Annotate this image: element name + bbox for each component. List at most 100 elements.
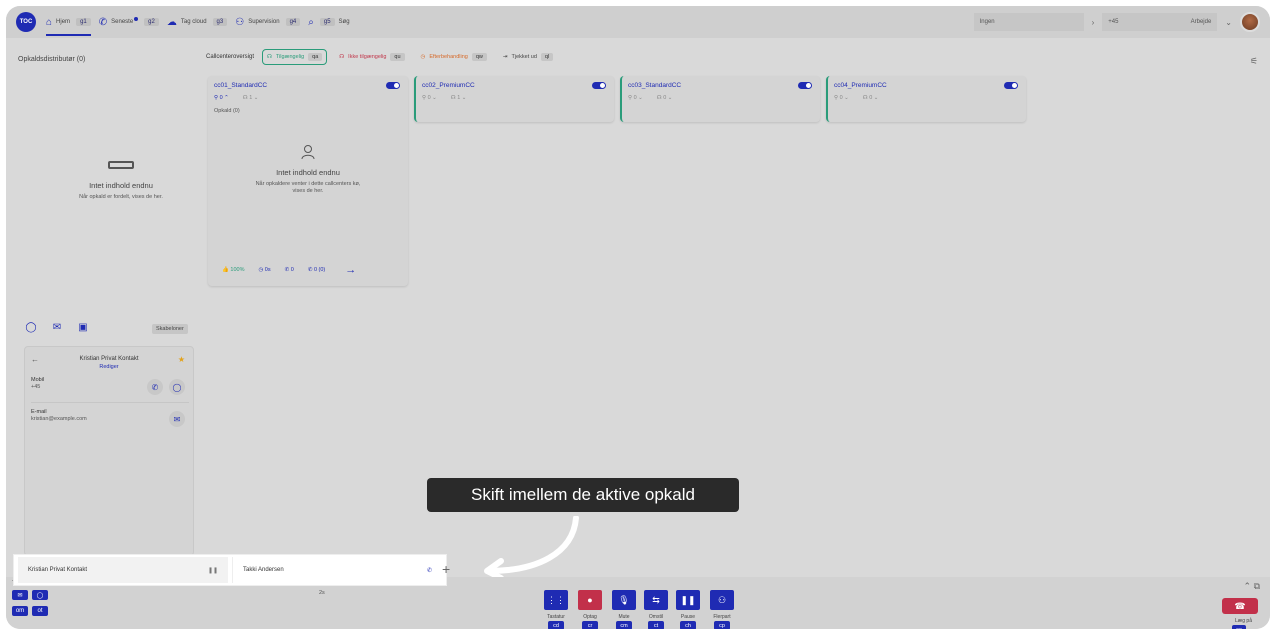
card-toggle[interactable] bbox=[386, 82, 400, 89]
chat-icon[interactable]: ◯ bbox=[32, 590, 48, 600]
chevron-right-icon[interactable]: › bbox=[1092, 18, 1095, 27]
card-toggle[interactable] bbox=[1004, 82, 1018, 89]
avatar[interactable] bbox=[1240, 12, 1260, 32]
agents-icon[interactable]: ⚲ 0 ⌄ bbox=[834, 95, 849, 101]
mobile-label: Mobil bbox=[31, 377, 45, 383]
record-button[interactable]: ● bbox=[578, 590, 602, 610]
empty-title: Intet indhold endnu bbox=[276, 168, 340, 177]
pause-button[interactable]: ❚❚ bbox=[676, 590, 700, 610]
agents-icon[interactable]: ⚲ 0 ⌃ bbox=[214, 95, 229, 101]
nav-supervision-label: Supervision bbox=[248, 19, 280, 25]
nav-home-label: Hjem bbox=[56, 19, 71, 25]
add-call-icon[interactable]: + bbox=[442, 561, 450, 577]
star-icon[interactable]: ★ bbox=[178, 355, 185, 364]
phone-prefix: +45 bbox=[1108, 19, 1119, 25]
card-meta: ⚲ 0 ⌄ ☊ 0 ⌄ bbox=[834, 95, 878, 101]
call-tab[interactable]: Kristian Privat Kontakt ❚❚ bbox=[18, 557, 228, 583]
transfer-label: Omstil bbox=[648, 614, 664, 620]
clock-icon: ◷ bbox=[420, 54, 426, 60]
arrow-right-icon[interactable]: → bbox=[345, 264, 356, 276]
call-in-icon: ✆ 0 bbox=[284, 267, 294, 273]
contact-card: ← Kristian Privat Kontakt Rediger ★ Mobi… bbox=[24, 346, 194, 556]
hangup-key: ce bbox=[1232, 625, 1246, 629]
nav-search[interactable]: ⌕ g5 Søg bbox=[308, 6, 349, 38]
mute-button[interactable]: 🎙 bbox=[612, 590, 636, 610]
hotkey-om[interactable]: om bbox=[12, 606, 28, 616]
keypad-button[interactable]: ⋮⋮ bbox=[544, 590, 568, 610]
hangup-icon: ☎ bbox=[1234, 600, 1246, 611]
callcenter-title: Callcenteroversigt bbox=[206, 54, 255, 60]
calls-count: Opkald (0) bbox=[214, 108, 240, 114]
headset-icon[interactable]: ☊ 0 ⌄ bbox=[863, 95, 879, 101]
call-tab[interactable]: Takki Andersen ✆ bbox=[232, 557, 442, 583]
online-count: 1 bbox=[457, 95, 461, 101]
missed-call-icon: ✆ 0 (0) bbox=[307, 267, 326, 273]
status-checked-out[interactable]: ⇥ Tjekket ud ql bbox=[499, 49, 557, 65]
hotkey-ot[interactable]: ot bbox=[32, 606, 48, 616]
chevron-down-icon[interactable]: ⌄ bbox=[1225, 18, 1232, 27]
call-button[interactable]: ✆ bbox=[147, 379, 163, 395]
contact-book-icon[interactable]: ▣ bbox=[76, 320, 90, 334]
missed-count: 0 (0) bbox=[313, 267, 326, 273]
top-bar: TOC ⌂ Hjem g1 ✆ Seneste g2 ☁ Tag cloud g… bbox=[6, 6, 1270, 38]
agents-icon[interactable]: ⚲ 0 ⌄ bbox=[422, 95, 437, 101]
contact-tool-row: ◯ ✉ ▣ bbox=[24, 320, 90, 334]
keypad-label: Tastatur bbox=[547, 614, 565, 620]
clock-icon: ◷ 0s bbox=[258, 267, 271, 273]
card-empty-state: Intet indhold endnu Når opkaldere venter… bbox=[208, 144, 408, 195]
presence-value: Arbejde bbox=[1190, 19, 1212, 25]
contact-name: Kristian Privat Kontakt bbox=[79, 356, 139, 362]
mail-button[interactable]: ✉ bbox=[169, 411, 185, 427]
status-label: Tilgængelig bbox=[275, 54, 305, 60]
conference-button[interactable]: ⚇ bbox=[710, 590, 734, 610]
headset-icon[interactable]: ☊ 1 ⌄ bbox=[451, 95, 467, 101]
agents-count: 0 bbox=[219, 95, 223, 101]
status-label: Tjekket ud bbox=[511, 54, 537, 60]
card-name[interactable]: cc03_StandardCC bbox=[628, 82, 681, 89]
nav-search-label: Søg bbox=[338, 19, 350, 25]
chat-icon[interactable]: ◯ bbox=[24, 320, 38, 334]
app-logo[interactable]: TOC bbox=[16, 12, 36, 32]
email-value[interactable]: kristian@example.com bbox=[31, 416, 189, 422]
status-select[interactable]: Ingen bbox=[973, 13, 1084, 31]
mute-key: cm bbox=[616, 621, 632, 629]
hangup-button[interactable]: ☎ bbox=[1222, 598, 1258, 614]
phone-icon: ✆ bbox=[98, 16, 108, 28]
status-available[interactable]: ☊ Tilgængelig qa bbox=[262, 49, 328, 65]
hotkey-badge: g1 bbox=[76, 18, 91, 26]
headset-icon[interactable]: ☊ 0 ⌄ bbox=[657, 95, 673, 101]
search-icon: ⌕ bbox=[308, 16, 314, 28]
status-aftercall[interactable]: ◷ Efterbehandling qw bbox=[417, 49, 491, 65]
chat-button[interactable]: ◯ bbox=[169, 379, 185, 395]
card-meta: ⚲ 0 ⌃ ☊ 1 ⌄ bbox=[214, 95, 258, 101]
card-toggle[interactable] bbox=[798, 82, 812, 89]
nav-supervision[interactable]: ⚇ Supervision g4 bbox=[235, 6, 301, 38]
nav-recent[interactable]: ✆ Seneste g2 bbox=[99, 6, 159, 38]
agents-icon[interactable]: ⚲ 0 ⌄ bbox=[628, 95, 643, 101]
templates-button[interactable]: Skabeloner bbox=[152, 324, 188, 334]
transfer-button[interactable]: ⇆ bbox=[644, 590, 668, 610]
hotkey-badge: qw bbox=[471, 53, 487, 61]
status-unavailable[interactable]: ☊ Ikke tilgængelig qu bbox=[335, 49, 408, 65]
filter-icon[interactable]: ⚟ bbox=[1250, 56, 1258, 67]
card-toggle[interactable] bbox=[592, 82, 606, 89]
nav-tag-cloud[interactable]: ☁ Tag cloud g3 bbox=[167, 6, 228, 38]
expand-icon[interactable]: ⌃ ⧉ bbox=[1244, 581, 1260, 592]
callcenter-card: cc04_PremiumCC ⚲ 0 ⌄ ☊ 0 ⌄ bbox=[826, 76, 1026, 122]
nav-recent-label: Seneste bbox=[111, 19, 134, 25]
card-name[interactable]: cc02_PremiumCC bbox=[422, 82, 475, 89]
email-row: E-mail kristian@example.com bbox=[31, 409, 189, 435]
phone-presence-select[interactable]: +45 Arbejde bbox=[1102, 13, 1218, 31]
headset-icon[interactable]: ☊ 1 ⌄ bbox=[243, 95, 259, 101]
logout-icon: ⇥ bbox=[502, 54, 508, 60]
mail-icon[interactable]: ✉ bbox=[12, 590, 28, 600]
card-name[interactable]: cc04_PremiumCC bbox=[834, 82, 887, 89]
mail-icon[interactable]: ✉ bbox=[50, 320, 64, 334]
edit-link[interactable]: Rediger bbox=[25, 364, 193, 370]
card-name[interactable]: cc01_StandardCC bbox=[214, 82, 267, 89]
call-duration: 2s bbox=[319, 590, 325, 596]
call-tab-label: Kristian Privat Kontakt bbox=[28, 567, 88, 573]
email-label: E-mail bbox=[31, 409, 47, 415]
nav-home[interactable]: ⌂ Hjem g1 bbox=[46, 6, 91, 38]
agents-count: 0 bbox=[839, 95, 843, 101]
